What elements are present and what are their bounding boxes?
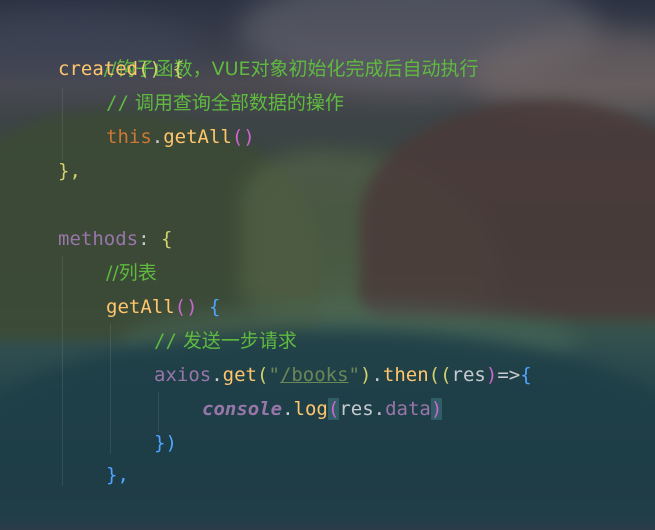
open-brace: {	[160, 58, 184, 80]
dot: .	[151, 126, 164, 148]
code-line-7: methods: {	[58, 222, 172, 256]
open-brace: {	[160, 228, 173, 250]
open-paren-matched: (	[327, 398, 340, 420]
code-editor[interactable]: //钩子函数，VUE对象初始化完成后自动执行 created() { // 调用…	[0, 0, 655, 490]
arrow-operator: =>	[497, 364, 521, 386]
parentheses: ()	[174, 296, 198, 318]
dot: .	[211, 364, 223, 386]
open-parens: ((	[428, 364, 452, 386]
code-line-5: },	[58, 154, 81, 188]
close-brace: },	[106, 464, 129, 486]
parentheses: ()	[138, 58, 161, 80]
indent-guide	[110, 324, 111, 454]
code-line-9: getAll() {	[106, 290, 220, 324]
comment-slashes: //	[106, 92, 129, 114]
then-call: then	[382, 364, 429, 386]
code-line-13: })	[154, 426, 177, 460]
comment: //列表	[106, 262, 157, 284]
open-brace: {	[197, 296, 221, 318]
parentheses: ()	[231, 126, 255, 148]
console-object: console	[202, 398, 283, 420]
code-line-8: //列表	[106, 256, 157, 290]
string-quote: "	[268, 364, 280, 386]
colon: :	[138, 228, 161, 250]
code-line-10: // 发送一步请求	[154, 324, 297, 358]
close-brace-paren: })	[154, 432, 177, 454]
dot: .	[373, 398, 386, 420]
comment-text: 发送一步请求	[176, 330, 297, 352]
res-variable: res	[339, 398, 374, 420]
close-paren: )	[359, 364, 372, 386]
log-call: log	[293, 398, 328, 420]
method-call: getAll	[163, 126, 232, 148]
code-line-2: created() {	[58, 52, 184, 86]
data-property: data	[385, 398, 431, 420]
axios-object: axios	[154, 364, 212, 386]
dot: .	[282, 398, 294, 420]
string-quote: "	[348, 364, 360, 386]
arrow-param: res	[451, 364, 486, 386]
function-name: created	[58, 58, 139, 80]
property-name: methods	[58, 228, 139, 250]
code-line-3: // 调用查询全部数据的操作	[106, 86, 344, 120]
this-keyword: this	[106, 126, 152, 148]
open-brace: {	[520, 364, 532, 386]
code-line-14: },	[106, 458, 129, 492]
dot: .	[371, 364, 383, 386]
code-line-11: axios.get("/books").then((res)=>{	[154, 358, 532, 392]
code-line-4: this.getAll()	[106, 120, 255, 154]
code-line-12: console.log(res.data)	[202, 392, 443, 426]
close-brace: },	[58, 160, 81, 182]
open-paren: (	[256, 364, 269, 386]
code-line-1: //钩子函数，VUE对象初始化完成后自动执行	[58, 18, 479, 80]
indent-guide	[62, 256, 63, 486]
get-call: get	[222, 364, 257, 386]
method-name: getAll	[106, 296, 175, 318]
comment-text: 调用查询全部数据的操作	[128, 92, 344, 114]
url-string[interactable]: /books	[280, 364, 349, 386]
comment-slashes: //	[154, 330, 177, 352]
close-paren: )	[485, 364, 498, 386]
close-paren-matched: )	[430, 398, 443, 420]
